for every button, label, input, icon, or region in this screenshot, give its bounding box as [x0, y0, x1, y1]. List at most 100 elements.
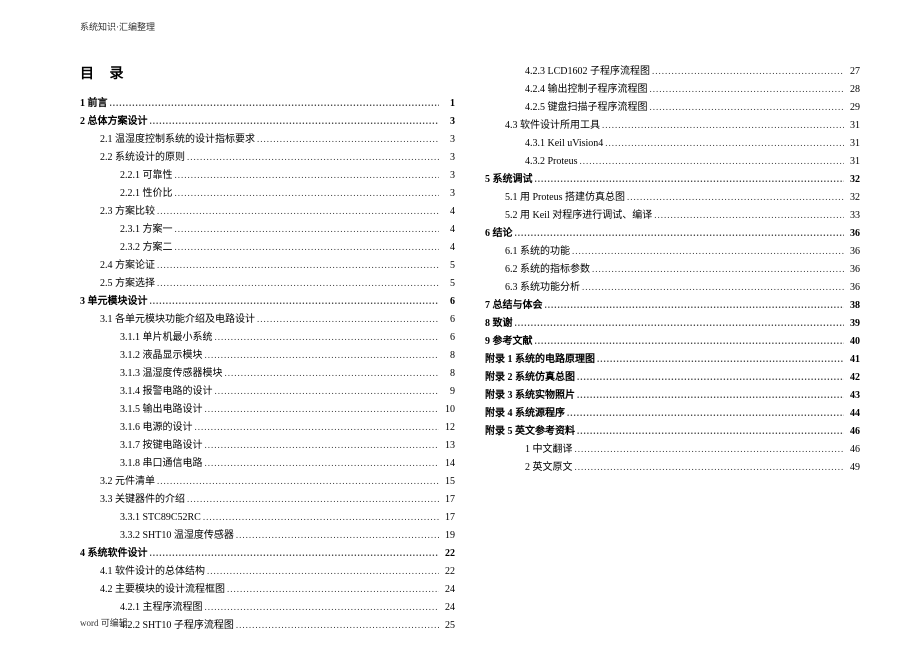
- toc-entry-page: 46: [846, 441, 860, 459]
- toc-entry-page: 24: [441, 581, 455, 599]
- toc-dots: [577, 423, 844, 441]
- toc-entry-title: 1 中文翻译: [525, 441, 573, 459]
- toc-entry: 2.2.1 可靠性3: [80, 167, 455, 185]
- toc-entry-title: 3.3.2 SHT10 温湿度传感器: [120, 527, 234, 545]
- toc-entry: 5.1 用 Proteus 搭建仿真总图32: [485, 189, 860, 207]
- toc-dots: [150, 545, 440, 563]
- toc-entry-page: 4: [441, 239, 455, 257]
- toc-dots: [157, 275, 439, 293]
- toc-entry: 8 致谢39: [485, 315, 860, 333]
- toc-entry: 2.4 方案论证 5: [80, 257, 455, 275]
- toc-entry-page: 42: [846, 369, 860, 387]
- toc-entry-page: 6: [441, 293, 455, 311]
- toc-entry: 4.3.1 Keil uVision431: [485, 135, 860, 153]
- toc-dots: [187, 491, 439, 509]
- toc-entry: 4.2.5 键盘扫描子程序流程图29: [485, 99, 860, 117]
- toc-entry-title: 3.3.1 STC89C52RC: [120, 509, 201, 527]
- toc-dots: [236, 527, 439, 545]
- toc-dots: [650, 81, 845, 99]
- toc-dots: [203, 509, 439, 527]
- toc-entry-page: 24: [441, 599, 455, 617]
- toc-entry-title: 附录 1 系统的电路原理图: [485, 351, 595, 369]
- left-column: 目 录 1 前言12 总体方案设计32.1 温湿度控制系统的设计指标要求32.2…: [80, 63, 455, 635]
- toc-entry-title: 5.2 用 Keil 对程序进行调试、编译: [505, 207, 652, 225]
- toc-entry-page: 27: [846, 63, 860, 81]
- toc-entry-title: 2.4 方案论证: [100, 257, 155, 275]
- toc-dots: [207, 563, 439, 581]
- toc-entry-title: 3.3 关键器件的介绍: [100, 491, 185, 509]
- toc-entry-page: 49: [846, 459, 860, 477]
- toc-entry-title: 4.2.1 主程序流程图: [120, 599, 203, 617]
- toc-dots: [215, 383, 440, 401]
- toc-entry-page: 5: [441, 257, 455, 275]
- toc-entry-title: 2.2.1 可靠性: [120, 167, 173, 185]
- toc-dots: [577, 369, 844, 387]
- toc-dots: [582, 279, 844, 297]
- toc-entry-page: 36: [846, 243, 860, 261]
- toc-entry: 4.2.3 LCD1602 子程序流程图27: [485, 63, 860, 81]
- toc-entry-page: 36: [846, 261, 860, 279]
- toc-entry: 2.3.1 方案一4: [80, 221, 455, 239]
- toc-entry-title: 4.3.1 Keil uVision4: [525, 135, 603, 153]
- toc-dots: [205, 437, 440, 455]
- toc-entry: 4.2.2 SHT10 子程序流程图25: [80, 617, 455, 635]
- toc-entry-title: 3 单元模块设计: [80, 293, 148, 311]
- toc-entry-title: 2 英文原文: [525, 459, 573, 477]
- toc-dots: [257, 131, 439, 149]
- toc-dots: [175, 239, 440, 257]
- toc-entry-title: 附录 5 英文参考资料: [485, 423, 575, 441]
- toc-entry-page: 29: [846, 99, 860, 117]
- toc-entry-title: 3.1.7 按键电路设计: [120, 437, 203, 455]
- toc-entry-title: 2.3 方案比较: [100, 203, 155, 221]
- toc-dots: [175, 221, 440, 239]
- toc-dots: [572, 243, 844, 261]
- toc-entry-page: 14: [441, 455, 455, 473]
- toc-entry: 4.3.2 Proteus31: [485, 153, 860, 171]
- page-footer: word 可编辑.: [80, 616, 130, 629]
- toc-entry-title: 6.2 系统的指标参数: [505, 261, 590, 279]
- toc-entry: 4.2.1 主程序流程图 24: [80, 599, 455, 617]
- toc-entry-title: 附录 4 系统源程序: [485, 405, 565, 423]
- toc-entry-title: 3.2 元件清单: [100, 473, 155, 491]
- toc-dots: [650, 99, 845, 117]
- toc-entry-page: 22: [441, 545, 455, 563]
- toc-dots: [227, 581, 439, 599]
- toc-entry-page: 5: [441, 275, 455, 293]
- toc-list-right: 4.2.3 LCD1602 子程序流程图274.2.4 输出控制子程序流程图28…: [485, 63, 860, 477]
- toc-entry: 4.1 软件设计的总体结构22: [80, 563, 455, 581]
- toc-dots: [205, 599, 440, 617]
- toc-entry-page: 28: [846, 81, 860, 99]
- toc-entry-title: 4.3 软件设计所用工具: [505, 117, 600, 135]
- toc-entry-page: 39: [846, 315, 860, 333]
- toc-entry-page: 36: [846, 279, 860, 297]
- toc-entry-title: 2.1 温湿度控制系统的设计指标要求: [100, 131, 255, 149]
- toc-title: 目 录: [80, 63, 455, 83]
- toc-entry: 5 系统调试32: [485, 171, 860, 189]
- toc-entry-page: 31: [846, 153, 860, 171]
- toc-entry: 3.2 元件清单15: [80, 473, 455, 491]
- toc-entry: 7 总结与体会38: [485, 297, 860, 315]
- toc-entry: 3.1.6 电源的设计12: [80, 419, 455, 437]
- toc-entry-title: 7 总结与体会: [485, 297, 543, 315]
- toc-entry-title: 2.2.1 性价比: [120, 185, 173, 203]
- toc-dots: [205, 401, 440, 419]
- toc-entry-title: 3.1.1 单片机最小系统: [120, 329, 213, 347]
- toc-dots: [580, 153, 845, 171]
- toc-dots: [627, 189, 844, 207]
- toc-entry: 3.1.5 输出电路设计 10: [80, 401, 455, 419]
- toc-entry: 2.3.2 方案二4: [80, 239, 455, 257]
- toc-entry: 2 英文原文 49: [485, 459, 860, 477]
- toc-dots: [150, 113, 440, 131]
- toc-dots: [175, 185, 440, 203]
- toc-entry-title: 4 系统软件设计: [80, 545, 148, 563]
- toc-entry: 3.1.8 串口通信电路14: [80, 455, 455, 473]
- toc-dots: [175, 167, 440, 185]
- toc-dots: [215, 329, 440, 347]
- toc-entry-title: 3.1.5 输出电路设计: [120, 401, 203, 419]
- toc-entry: 3.3.1 STC89C52RC17: [80, 509, 455, 527]
- toc-entry-page: 10: [441, 401, 455, 419]
- toc-entry-title: 3.1.4 报警电路的设计: [120, 383, 213, 401]
- right-column: 4.2.3 LCD1602 子程序流程图274.2.4 输出控制子程序流程图28…: [485, 63, 860, 635]
- toc-entry: 4 系统软件设计 22: [80, 545, 455, 563]
- toc-entry-page: 46: [846, 423, 860, 441]
